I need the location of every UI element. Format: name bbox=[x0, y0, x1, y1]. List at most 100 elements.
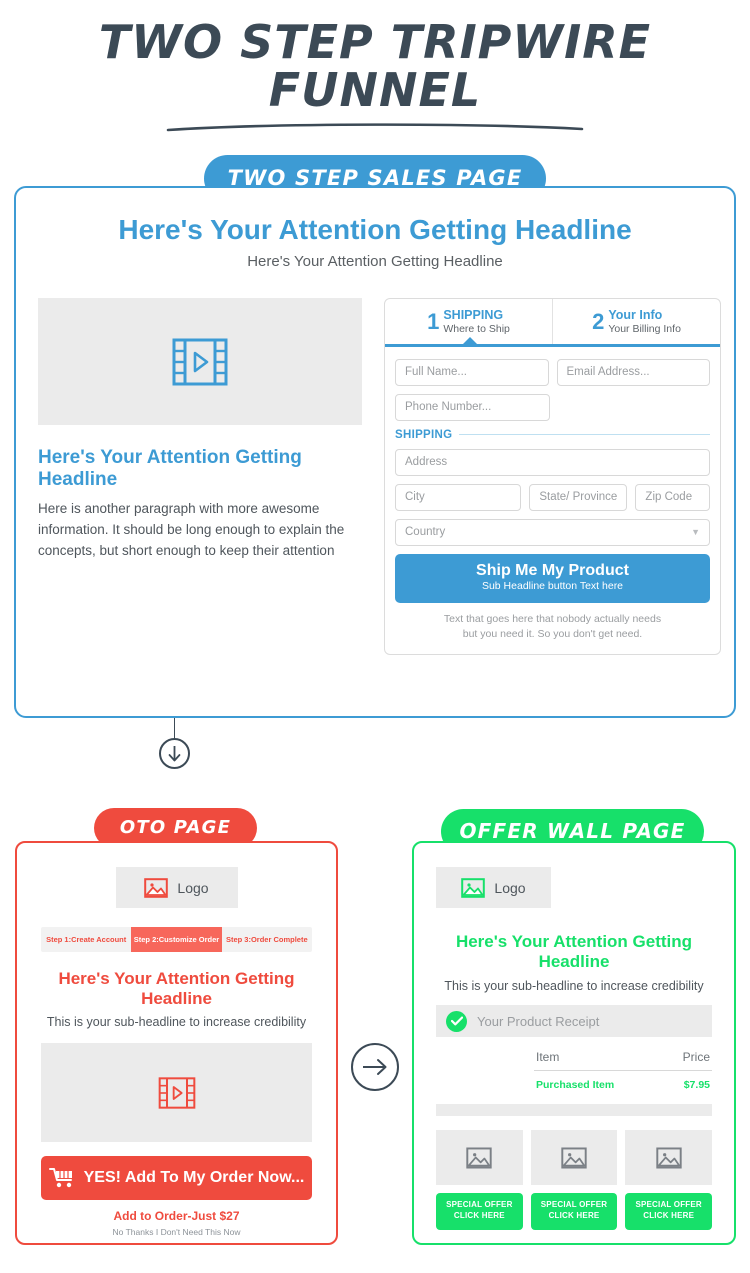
arrow-right-icon bbox=[363, 1059, 387, 1075]
form-tabs: 1 SHIPPING Where to Ship 2 Your Info You… bbox=[385, 299, 720, 344]
image-placeholder-icon bbox=[561, 1146, 587, 1169]
sales-page-headline: Here's Your Attention Getting Headline bbox=[118, 214, 632, 245]
receipt-item-price: $7.95 bbox=[683, 1079, 710, 1091]
receipt-divider-bar bbox=[436, 1104, 712, 1116]
oto-video-placeholder[interactable] bbox=[41, 1043, 312, 1142]
check-circle-icon bbox=[446, 1010, 467, 1032]
phone-input[interactable]: Phone Number... bbox=[395, 393, 550, 421]
special-offer-1: SPECIAL OFFER CLICK HERE bbox=[436, 1130, 523, 1230]
oto-add-to-order-button[interactable]: YES! Add To My Order Now... bbox=[41, 1156, 312, 1200]
special-offer-2: SPECIAL OFFER CLICK HERE bbox=[530, 1130, 618, 1230]
special-offer-3-button-line1: SPECIAL OFFER bbox=[635, 1200, 702, 1209]
receipt-table-header: Item Price bbox=[534, 1050, 712, 1071]
sales-page-subheadline: Here's Your Attention Getting Headline bbox=[247, 253, 503, 270]
offer-wall-subheadline: This is your sub-headline to increase cr… bbox=[444, 979, 704, 993]
product-receipt-bar: Your Product Receipt bbox=[436, 1005, 712, 1037]
city-input[interactable]: City bbox=[395, 483, 522, 511]
special-offer-3: SPECIAL OFFER CLICK HERE bbox=[625, 1130, 713, 1230]
tab-your-info[interactable]: 2 Your Info Your Billing Info bbox=[552, 299, 720, 344]
offer-wall-logo-label: Logo bbox=[494, 879, 526, 896]
receipt-item-name: Purchased Item bbox=[536, 1079, 615, 1091]
shipping-section-label: SHIPPING bbox=[395, 429, 710, 441]
special-offer-1-button[interactable]: SPECIAL OFFER CLICK HERE bbox=[436, 1193, 523, 1230]
film-play-icon bbox=[158, 1076, 195, 1109]
oto-step-1[interactable]: Step 1:Create Account bbox=[41, 927, 131, 952]
oto-step-3[interactable]: Step 3:Order Complete bbox=[222, 927, 312, 952]
special-offer-2-image[interactable] bbox=[530, 1130, 618, 1185]
submit-order-button-label: Ship Me My Product bbox=[476, 561, 629, 579]
oto-steps: Step 1:Create Account Step 2:Customize O… bbox=[41, 927, 312, 952]
oto-step-2[interactable]: Step 2:Customize Order bbox=[131, 927, 222, 952]
country-select[interactable]: Country ▼ bbox=[395, 518, 710, 546]
image-placeholder-icon bbox=[461, 877, 486, 898]
special-offer-1-image[interactable] bbox=[436, 1130, 523, 1185]
oto-decline-link[interactable]: No Thanks I Don't Need This Now bbox=[41, 1227, 312, 1237]
shopping-cart-icon bbox=[48, 1168, 72, 1188]
title-underline-decoration bbox=[166, 122, 584, 131]
tab-shipping-number: 1 bbox=[427, 308, 440, 334]
special-offer-2-button-line1: SPECIAL OFFER bbox=[540, 1200, 608, 1209]
country-select-value: Country bbox=[405, 526, 446, 539]
submit-order-button[interactable]: Ship Me My Product Sub Headline button T… bbox=[395, 553, 710, 603]
address-input[interactable]: Address bbox=[395, 448, 710, 476]
image-placeholder-icon bbox=[655, 1146, 682, 1169]
tab-shipping-title: SHIPPING bbox=[443, 308, 504, 322]
submit-order-button-sublabel: Sub Headline button Text here bbox=[481, 580, 624, 593]
email-input[interactable]: Email Address... bbox=[556, 358, 710, 386]
arrow-down-icon bbox=[168, 746, 181, 762]
full-name-input[interactable]: Full Name... bbox=[395, 358, 549, 386]
flow-arrow-down bbox=[159, 738, 190, 769]
active-tab-caret-icon bbox=[463, 336, 477, 344]
offer-wall-logo-area: Logo bbox=[436, 867, 551, 908]
oto-subheadline: This is your sub-headline to increase cr… bbox=[46, 1015, 307, 1029]
receipt-table: Item Price Purchased Item $7.95 bbox=[436, 1050, 712, 1091]
form-fineprint-line1: Text that goes here that nobody actually… bbox=[443, 612, 662, 625]
special-offer-1-button-line2: CLICK HERE bbox=[453, 1210, 505, 1220]
sales-page-left-headline: Here's Your Attention Getting Headline bbox=[38, 447, 302, 490]
oto-logo-area: Logo bbox=[115, 867, 238, 908]
form-fineprint-line2: but you need it. So you don't get need. bbox=[462, 628, 643, 641]
image-placeholder-icon bbox=[144, 877, 169, 898]
chevron-down-icon: ▼ bbox=[691, 527, 700, 538]
film-play-icon bbox=[172, 338, 228, 385]
tab-your-info-number: 2 bbox=[592, 308, 605, 334]
product-receipt-label: Your Product Receipt bbox=[477, 1013, 600, 1029]
image-placeholder-icon bbox=[466, 1146, 493, 1169]
sales-page-left-paragraph: Here is another paragraph with more awes… bbox=[38, 501, 345, 558]
special-offers-row: SPECIAL OFFER CLICK HERE SPECIAL OFFER C… bbox=[436, 1130, 713, 1230]
oto-logo-label: Logo bbox=[177, 879, 209, 896]
table-row: Purchased Item $7.95 bbox=[534, 1071, 712, 1091]
shipping-section-label-text: SHIPPING bbox=[395, 428, 453, 441]
special-offer-2-button[interactable]: SPECIAL OFFER CLICK HERE bbox=[530, 1193, 618, 1230]
page-title: TWO STEP TRIPWIRE FUNNEL bbox=[98, 15, 652, 118]
shipping-section-divider bbox=[459, 434, 710, 436]
special-offer-3-button-line2: CLICK HERE bbox=[643, 1210, 695, 1220]
funnel-infographic: TWO STEP TRIPWIRE FUNNEL TWO STEP SALES … bbox=[0, 0, 750, 1273]
sales-page-left-column: Here's Your Attention Getting Headline H… bbox=[38, 298, 362, 655]
special-offer-1-button-line1: SPECIAL OFFER bbox=[446, 1200, 513, 1209]
oto-page-card: Logo Step 1:Create Account Step 2:Custom… bbox=[15, 841, 338, 1245]
oto-price-note: Add to Order-Just $27 bbox=[113, 1209, 240, 1223]
special-offer-3-button[interactable]: SPECIAL OFFER CLICK HERE bbox=[625, 1193, 713, 1230]
tab-your-info-subtitle: Your Billing Info bbox=[608, 322, 681, 335]
sales-page-header: Here's Your Attention Getting Headline H… bbox=[16, 188, 734, 270]
oto-add-to-order-button-label: YES! Add To My Order Now... bbox=[83, 1169, 305, 1186]
check-mark-icon bbox=[450, 1016, 463, 1026]
tab-shipping-subtitle: Where to Ship bbox=[443, 322, 510, 335]
zip-input[interactable]: Zip Code bbox=[635, 483, 710, 511]
flow-arrow-right bbox=[351, 1043, 399, 1091]
two-step-sales-page-card: Here's Your Attention Getting Headline H… bbox=[14, 186, 736, 718]
receipt-column-price: Price bbox=[682, 1050, 710, 1064]
special-offer-3-image[interactable] bbox=[625, 1130, 713, 1185]
receipt-column-item: Item bbox=[536, 1050, 560, 1064]
state-input[interactable]: State/ Province bbox=[529, 483, 628, 511]
active-tab-underline bbox=[385, 336, 720, 347]
offer-wall-headline: Here's Your Attention Getting Headline bbox=[455, 932, 693, 971]
video-placeholder[interactable] bbox=[38, 298, 362, 425]
checkout-form: 1 SHIPPING Where to Ship 2 Your Info You… bbox=[384, 298, 721, 656]
special-offer-2-button-line2: CLICK HERE bbox=[548, 1210, 600, 1220]
tab-your-info-title: Your Info bbox=[608, 308, 663, 322]
oto-headline: Here's Your Attention Getting Headline bbox=[58, 969, 295, 1008]
form-fineprint: Text that goes here that nobody actually… bbox=[395, 612, 710, 642]
offer-wall-page-card: Logo Here's Your Attention Getting Headl… bbox=[412, 841, 736, 1245]
